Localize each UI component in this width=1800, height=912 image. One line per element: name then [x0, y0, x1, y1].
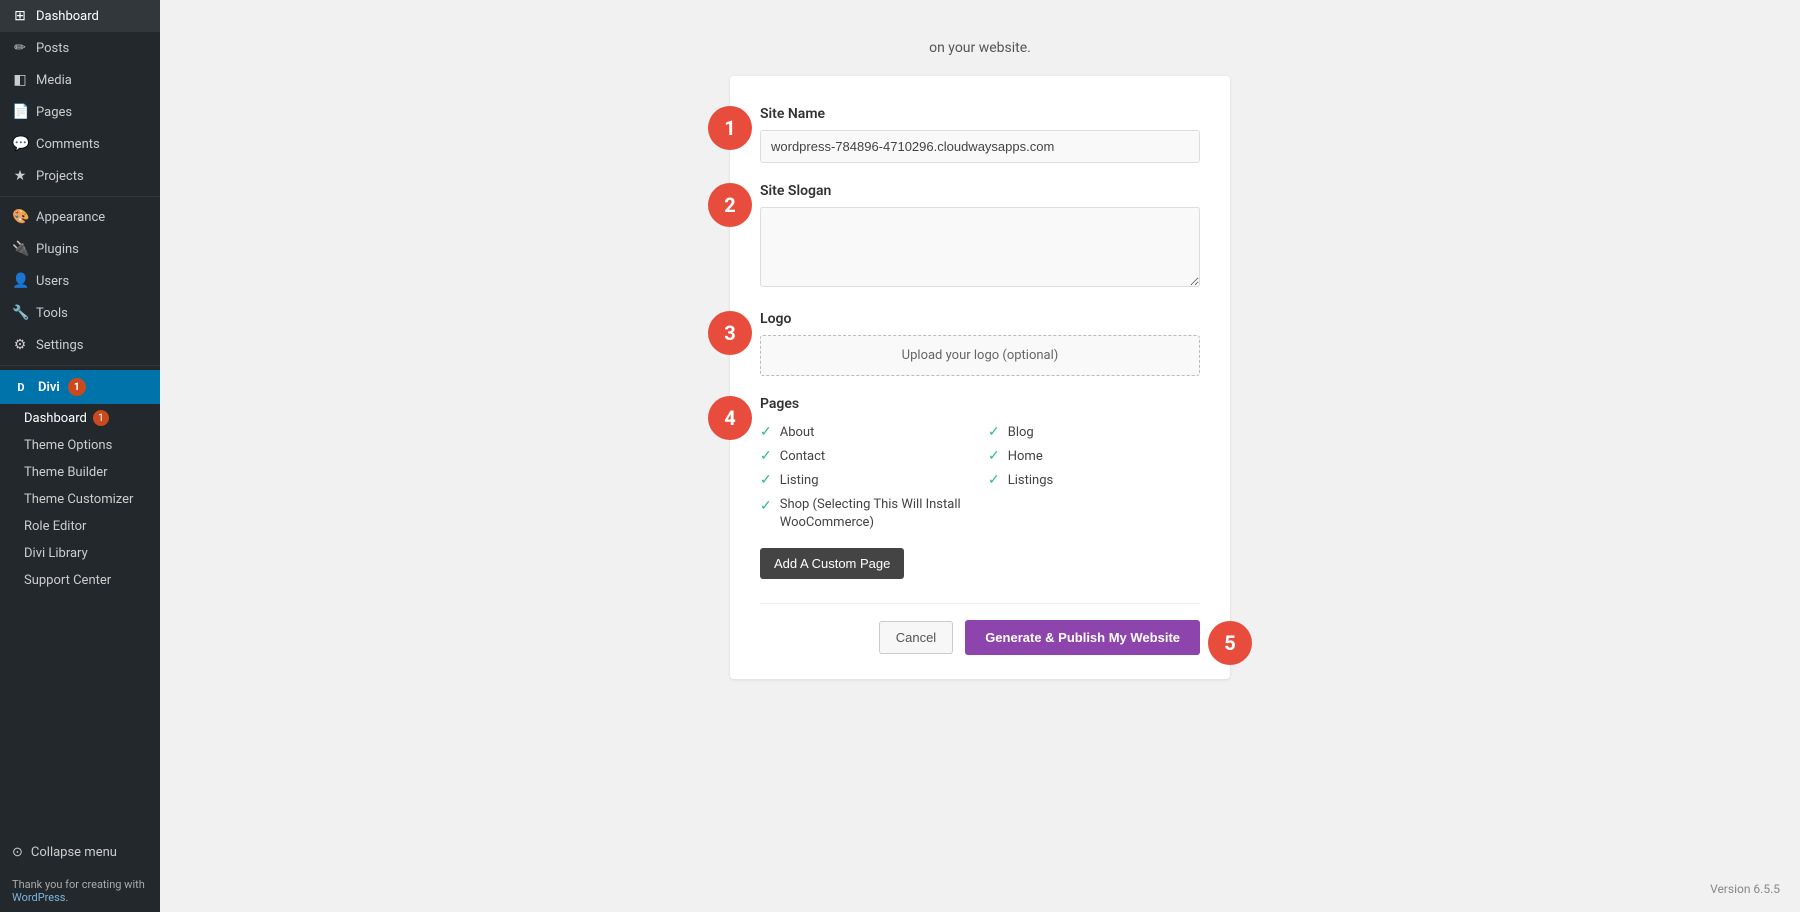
sidebar-sub-divi-library[interactable]: Divi Library: [0, 540, 160, 567]
logo-upload[interactable]: Upload your logo (optional): [760, 335, 1200, 376]
page-contact: ✓ Contact: [760, 448, 972, 464]
media-icon: ◧: [12, 72, 28, 88]
sidebar-item-settings[interactable]: ⚙ Settings: [0, 329, 160, 361]
check-contact: ✓: [760, 448, 772, 464]
sidebar-item-dashboard[interactable]: ⊞ Dashboard: [0, 0, 160, 32]
check-listings: ✓: [988, 472, 1000, 488]
check-home: ✓: [988, 448, 1000, 464]
page-listings: ✓ Listings: [988, 472, 1200, 488]
version-text: Version 6.5.5: [1710, 882, 1780, 896]
sidebar-sub-theme-customizer[interactable]: Theme Customizer: [0, 486, 160, 513]
page-blog: ✓ Blog: [988, 424, 1200, 440]
form-card: 1 Site Name 2 Site Slogan 3 Logo: [730, 76, 1230, 679]
dashboard-icon: ⊞: [12, 8, 28, 24]
settings-icon: ⚙: [12, 337, 28, 353]
card-footer: Cancel Generate & Publish My Website 5: [760, 603, 1200, 655]
site-name-row: 1 Site Name: [760, 106, 1200, 163]
logo-label: Logo: [760, 311, 1200, 327]
card-wrapper: 1 Site Name 2 Site Slogan 3 Logo: [730, 76, 1230, 679]
pages-grid: ✓ About ✓ Blog ✓ Contact ✓ Home: [760, 424, 1200, 532]
sidebar-item-plugins[interactable]: 🔌 Plugins: [0, 233, 160, 265]
comments-icon: 💬: [12, 136, 28, 152]
sidebar-item-projects[interactable]: ★ Projects: [0, 160, 160, 192]
step-badge-1: 1: [708, 106, 752, 150]
collapse-icon: ⊙: [12, 845, 23, 860]
page-home: ✓ Home: [988, 448, 1200, 464]
page-listing: ✓ Listing: [760, 472, 972, 488]
dashboard-badge: 1: [93, 410, 109, 426]
site-name-label: Site Name: [760, 106, 1200, 122]
sidebar-sub-theme-builder[interactable]: Theme Builder: [0, 459, 160, 486]
sidebar-sub-role-editor[interactable]: Role Editor: [0, 513, 160, 540]
page-about: ✓ About: [760, 424, 972, 440]
appearance-icon: 🎨: [12, 209, 28, 225]
sidebar-sub-dashboard[interactable]: Dashboard 1: [0, 404, 160, 432]
sidebar-item-posts[interactable]: ✏ Posts: [0, 32, 160, 64]
sidebar-item-media[interactable]: ◧ Media: [0, 64, 160, 96]
check-blog: ✓: [988, 424, 1000, 440]
users-icon: 👤: [12, 273, 28, 289]
pages-icon: 📄: [12, 104, 28, 120]
sidebar-footer: Thank you for creating with WordPress.: [0, 870, 160, 912]
step-badge-3: 3: [708, 311, 752, 355]
check-listing: ✓: [760, 472, 772, 488]
check-shop: ✓: [760, 498, 772, 514]
publish-button[interactable]: Generate & Publish My Website: [965, 620, 1200, 655]
pages-label: Pages: [760, 396, 1200, 412]
collapse-menu[interactable]: ⊙ Collapse menu: [0, 835, 160, 870]
check-about: ✓: [760, 424, 772, 440]
divider-1: [0, 196, 160, 197]
add-custom-page-button[interactable]: Add A Custom Page: [760, 548, 904, 579]
sidebar-item-users[interactable]: 👤 Users: [0, 265, 160, 297]
site-slogan-textarea[interactable]: [760, 207, 1200, 287]
main-content: on your website. 1 Site Name 2 Site Slog…: [160, 0, 1800, 912]
posts-icon: ✏: [12, 40, 28, 56]
sidebar-item-tools[interactable]: 🔧 Tools: [0, 297, 160, 329]
site-name-input[interactable]: [760, 130, 1200, 163]
sidebar-sub-support-center[interactable]: Support Center: [0, 567, 160, 594]
sidebar-item-appearance[interactable]: 🎨 Appearance: [0, 201, 160, 233]
sidebar-divi-header[interactable]: D Divi 1: [0, 370, 160, 404]
divi-icon: D: [12, 378, 30, 396]
sidebar-item-comments[interactable]: 💬 Comments: [0, 128, 160, 160]
step-badge-5: 5: [1208, 621, 1252, 665]
cancel-button[interactable]: Cancel: [879, 621, 953, 654]
step-badge-4: 4: [708, 396, 752, 440]
sidebar: ⊞ Dashboard ✏ Posts ◧ Media 📄 Pages 💬 Co…: [0, 0, 160, 912]
projects-icon: ★: [12, 168, 28, 184]
logo-row: 3 Logo Upload your logo (optional): [760, 311, 1200, 376]
plugins-icon: 🔌: [12, 241, 28, 257]
top-text: on your website.: [929, 40, 1031, 56]
step-badge-2: 2: [708, 183, 752, 227]
divider-2: [0, 365, 160, 366]
sidebar-sub-theme-options[interactable]: Theme Options: [0, 432, 160, 459]
wordpress-link[interactable]: WordPress: [12, 891, 65, 904]
sidebar-item-pages[interactable]: 📄 Pages: [0, 96, 160, 128]
divi-badge: 1: [68, 378, 86, 396]
page-shop: ✓ Shop (Selecting This Will Install WooC…: [760, 496, 972, 532]
site-slogan-label: Site Slogan: [760, 183, 1200, 199]
site-slogan-row: 2 Site Slogan: [760, 183, 1200, 291]
pages-row: 4 Pages ✓ About ✓ Blog ✓: [760, 396, 1200, 579]
tools-icon: 🔧: [12, 305, 28, 321]
